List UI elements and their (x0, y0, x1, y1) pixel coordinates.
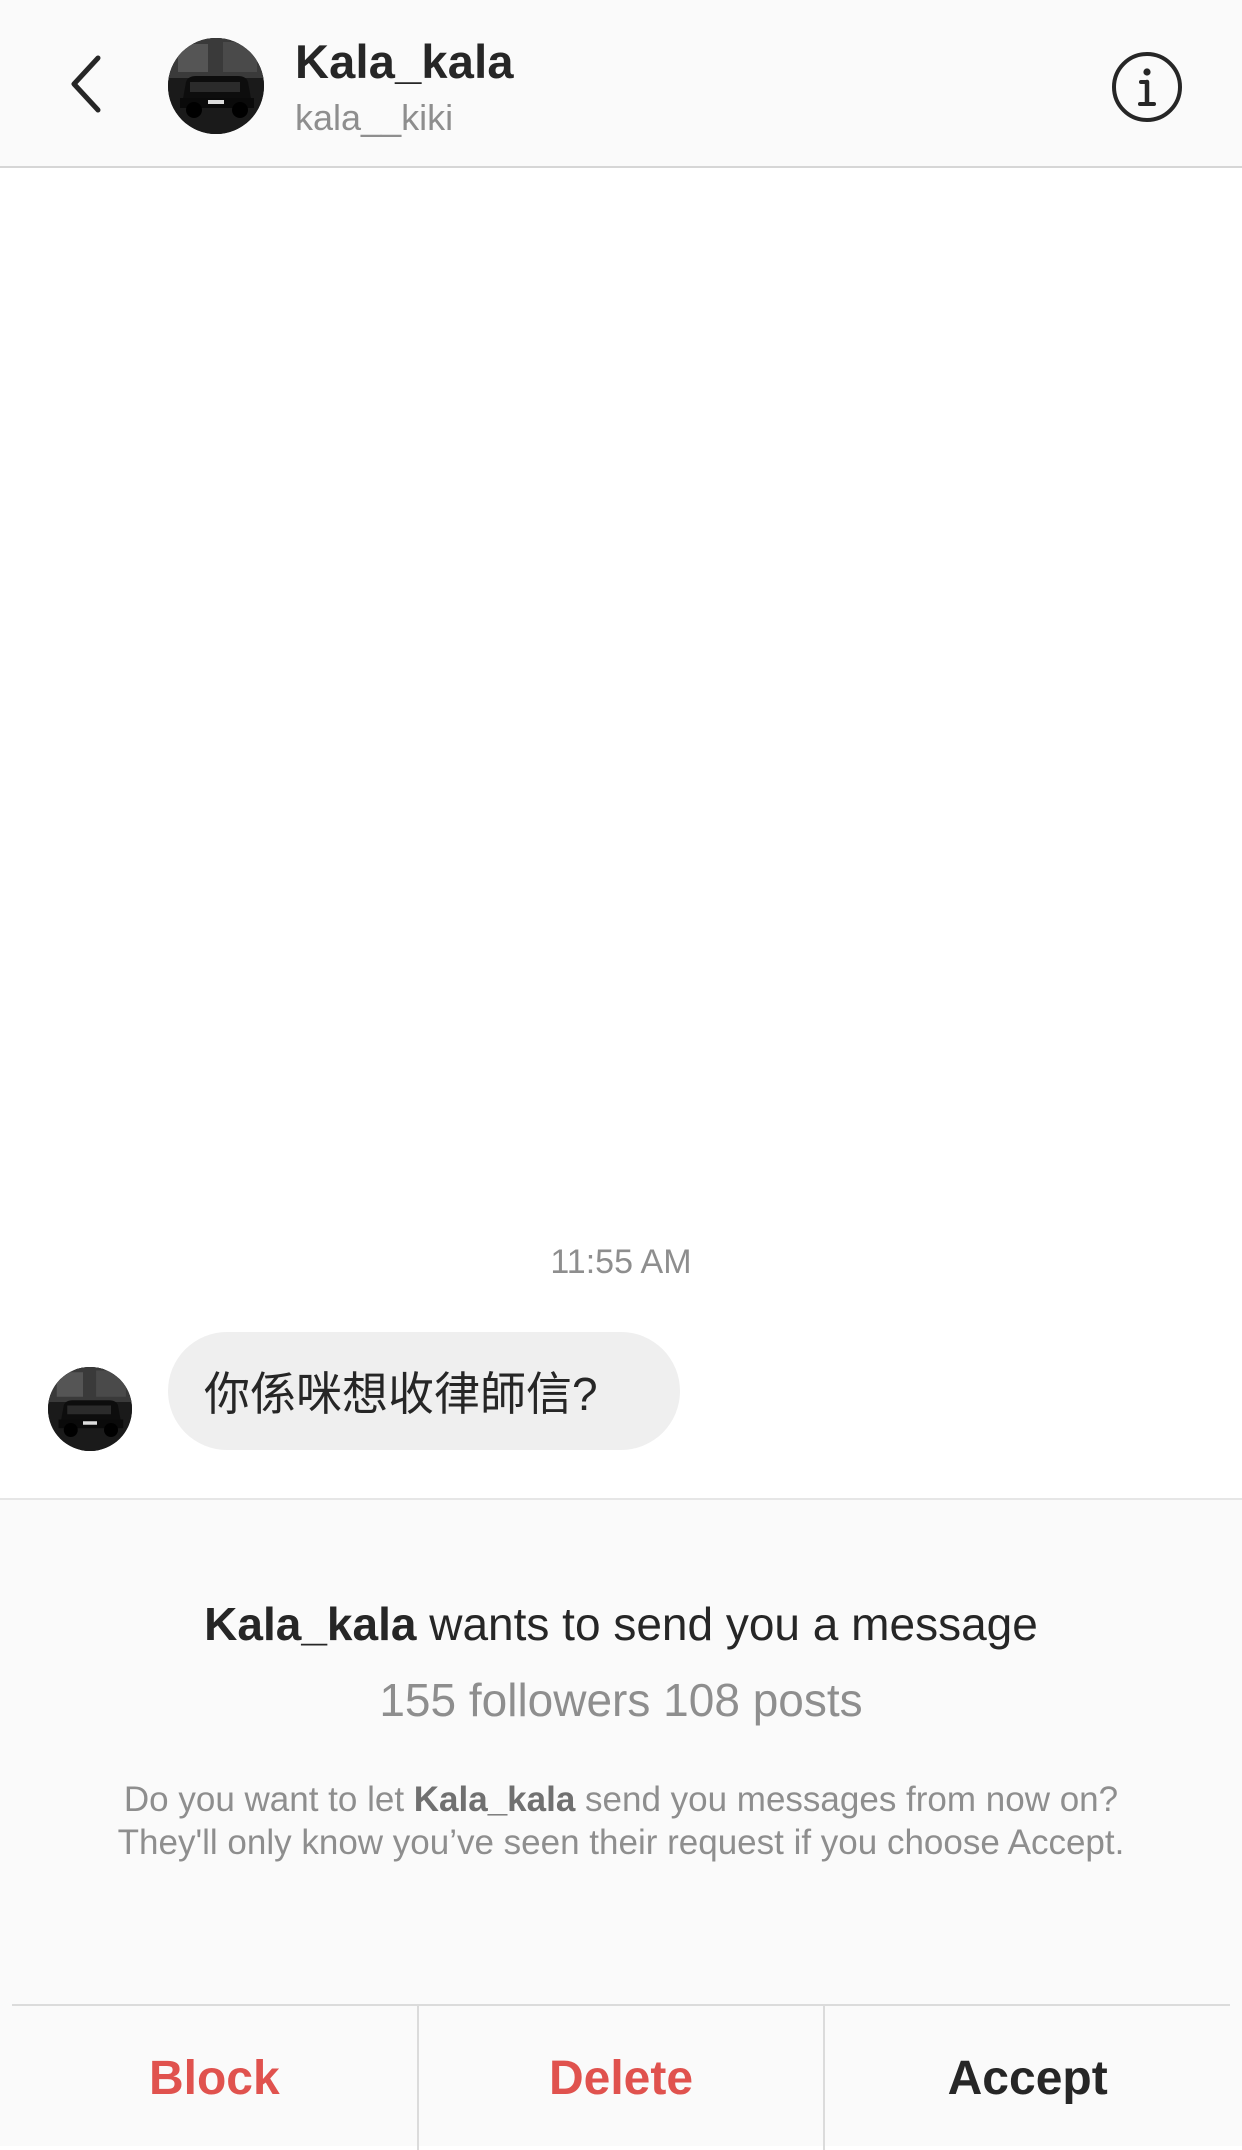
message-timestamp: 11:55 AM (550, 1243, 692, 1281)
message-request-panel: Kala_kala wants to send you a message 15… (0, 1498, 1242, 2150)
request-body-name: Kala_kala (413, 1780, 576, 1819)
header-username[interactable]: Kala_kala (295, 34, 514, 90)
request-sender-stats: 155 followers 108 posts (379, 1674, 863, 1726)
info-circle-icon (1112, 52, 1182, 122)
chat-header: Kala_kala kala__kiki (0, 0, 1242, 168)
sender-avatar[interactable] (48, 1367, 132, 1451)
info-button[interactable] (1110, 50, 1184, 124)
back-button[interactable] (56, 52, 116, 116)
header-handle: kala__kiki (295, 97, 454, 138)
request-title: Kala_kala wants to send you a message (0, 1596, 1242, 1652)
chevron-left-icon (71, 55, 101, 113)
message-bubble[interactable]: 你係咪想收律師信? (168, 1332, 680, 1450)
request-body-prefix: Do you want to let (123, 1780, 414, 1819)
profile-avatar[interactable] (168, 38, 264, 134)
request-description: Do you want to let Kala_kala send you me… (96, 1778, 1146, 1864)
request-sender-name: Kala_kala (204, 1598, 417, 1650)
delete-button[interactable]: Delete (416, 2006, 824, 2150)
accept-button[interactable]: Accept (823, 2006, 1230, 2150)
request-title-text: wants to send you a message (416, 1598, 1038, 1650)
request-actions: Block Delete Accept (12, 2004, 1230, 2150)
block-button[interactable]: Block (12, 2006, 417, 2150)
